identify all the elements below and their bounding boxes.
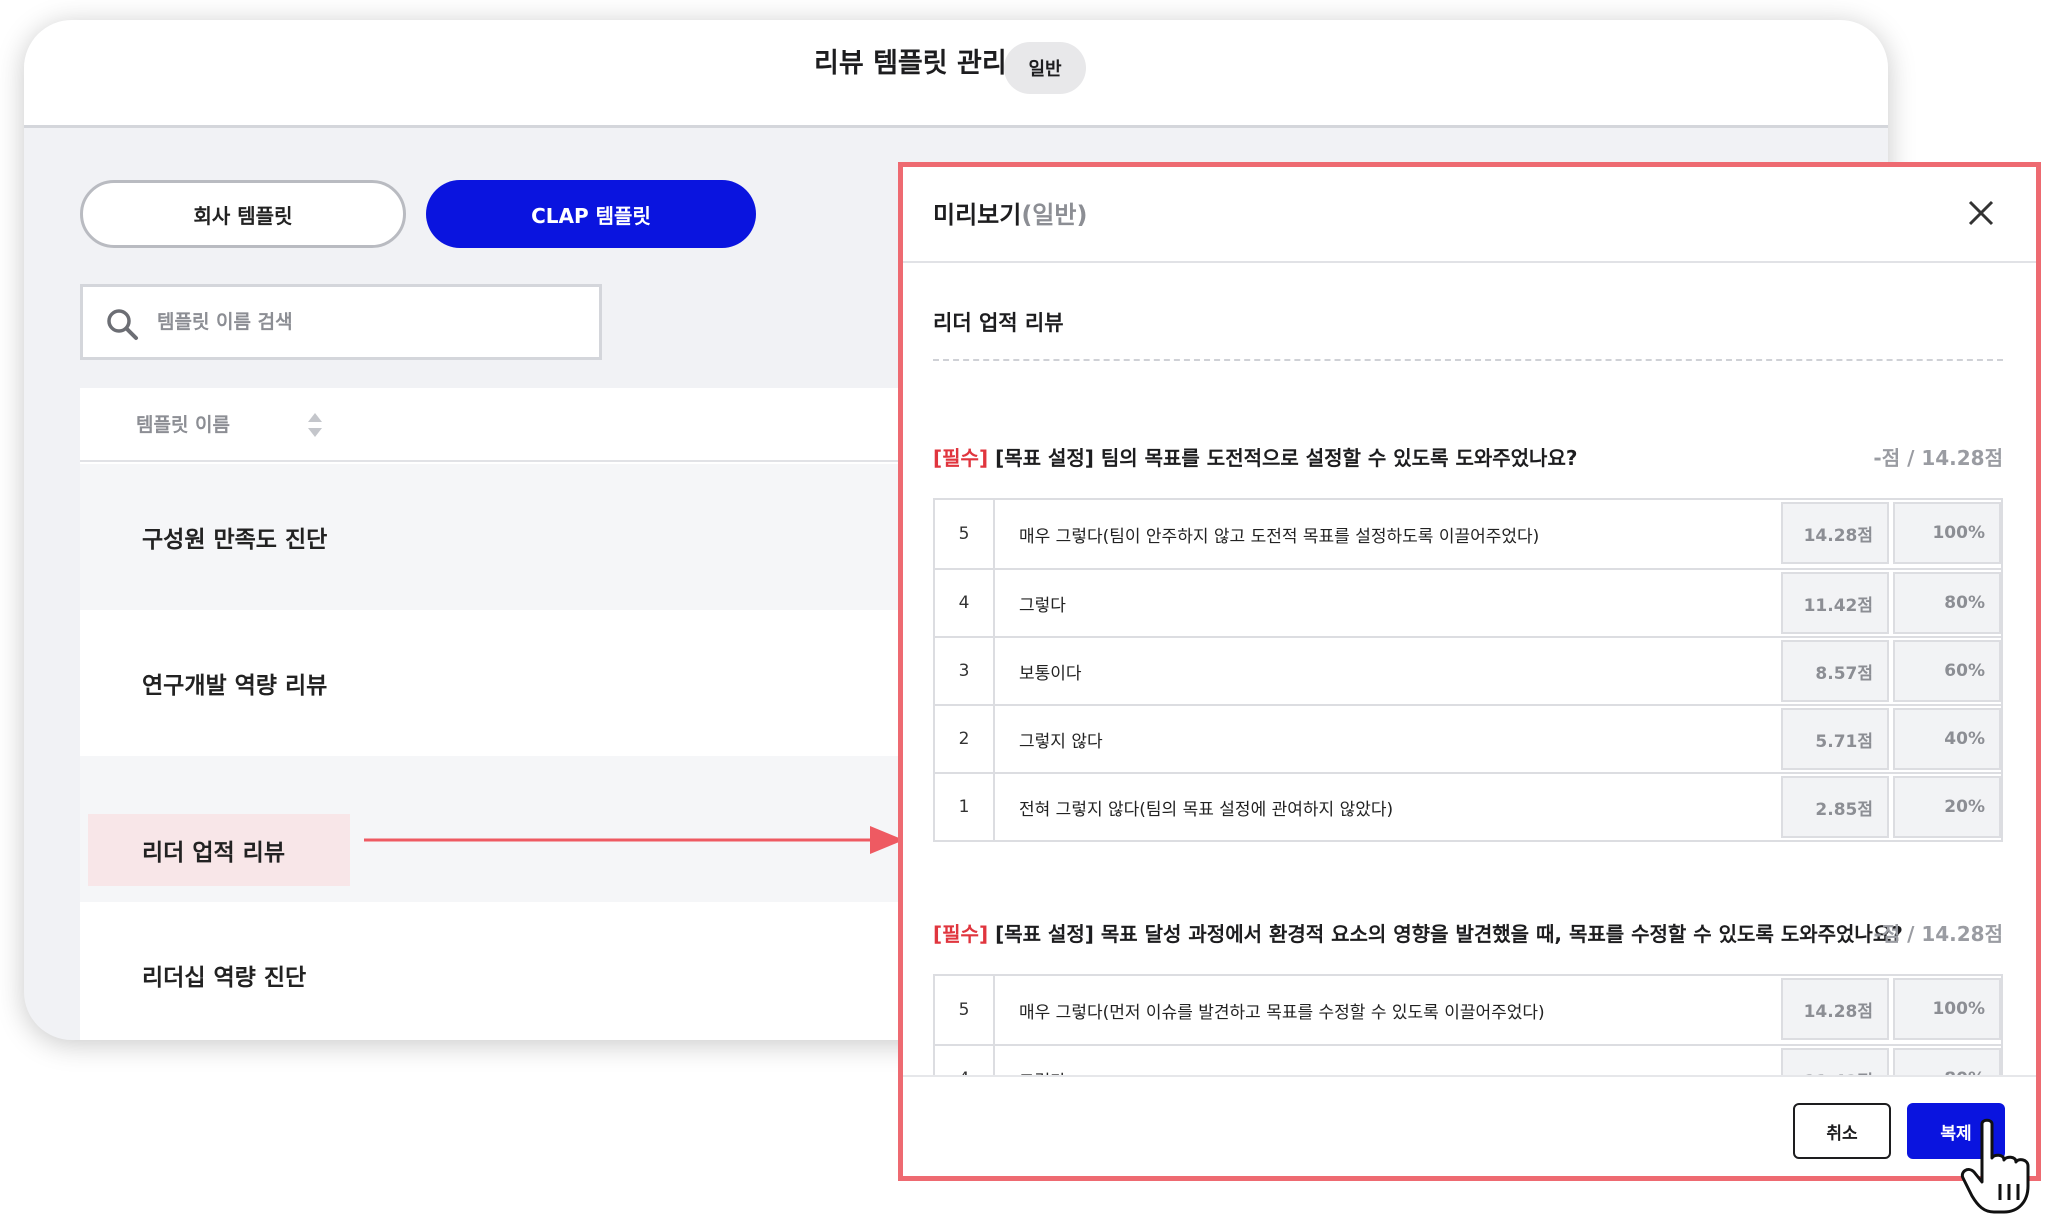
modal-title-text: 미리보기	[933, 201, 1022, 229]
modal-title-sub: (일반)	[1021, 201, 1088, 229]
answer-text: 그렇다	[995, 1046, 1781, 1076]
answer-number: 5	[935, 500, 995, 568]
selected-template-highlight[interactable]: 리더 업적 리뷰	[88, 814, 350, 886]
answer-points: 11.42점	[1781, 1048, 1889, 1075]
list-item[interactable]: 연구개발 역량 리뷰	[80, 610, 980, 756]
arrow-icon	[364, 826, 904, 854]
close-icon[interactable]	[1961, 193, 2001, 233]
answer-row[interactable]: 1 전혀 그렇지 않다(팀의 목표 설정에 관여하지 않았다) 2.85점 20…	[935, 772, 2001, 840]
answer-points: 11.42점	[1781, 572, 1889, 634]
type-badge: 일반	[1004, 42, 1086, 94]
list-item-label: 리더십 역량 진단	[142, 965, 307, 991]
divider	[933, 359, 2003, 361]
list-item[interactable]: 구성원 만족도 진단	[80, 464, 980, 610]
cancel-button[interactable]: 취소	[1793, 1103, 1891, 1159]
answer-row[interactable]: 2 그렇지 않다 5.71점 40%	[935, 704, 2001, 772]
answer-points: 5.71점	[1781, 708, 1889, 770]
answer-percent: 80%	[1893, 572, 2001, 634]
question-text: [필수] [목표 설정] 목표 달성 과정에서 환경적 요소의 영향을 발견했을…	[933, 918, 1903, 947]
question-score: -점 / 14.28점	[1873, 446, 2003, 470]
answer-text: 보통이다	[1019, 663, 1082, 684]
search-icon	[107, 309, 138, 340]
preview-modal: 미리보기(일반) 리더 업적 리뷰 [필수] [목표 설정] 팀의 목표를 도전…	[898, 162, 2041, 1181]
answer-table: 5 매우 그렇다(먼저 이슈를 발견하고 목표를 수정할 수 있도록 이끌어주었…	[933, 974, 2003, 1075]
answer-percent: 100%	[1893, 502, 2001, 564]
answer-number: 5	[935, 976, 995, 1044]
window-header: 리뷰 템플릿 관리 일반	[24, 20, 1888, 128]
answer-text: 매우 그렇다(팀이 안주하지 않고 도전적 목표를 설정하도록 이끌어주었다)	[1019, 526, 1540, 547]
list-item[interactable]: 리더십 역량 진단	[80, 902, 980, 1040]
modal-header: 미리보기(일반)	[903, 167, 2036, 263]
hand-cursor-icon	[1960, 1118, 2030, 1214]
answer-row[interactable]: 4 그렇다 11.42점 80%	[935, 568, 2001, 636]
question-label: [목표 설정] 목표 달성 과정에서 환경적 요소의 영향을 발견했을 때, 목…	[995, 922, 1903, 946]
answer-number: 3	[935, 638, 995, 704]
required-badge: [필수]	[933, 922, 989, 946]
answer-text: 그렇다	[1019, 595, 1066, 616]
answer-text: 그렇지 않다	[1019, 731, 1103, 752]
list-header: 템플릿 이름	[80, 388, 980, 462]
answer-number: 4	[935, 1046, 995, 1075]
answer-text: 전혀 그렇지 않다(팀의 목표 설정에 관여하지 않았다)	[1019, 799, 1394, 820]
list-item-label: 구성원 만족도 진단	[142, 527, 328, 553]
template-list: 템플릿 이름 구성원 만족도 진단 연구개발 역량 리뷰 리더십 역량 진단	[80, 388, 980, 1040]
search-box	[80, 284, 602, 360]
list-item-label: 연구개발 역량 리뷰	[142, 673, 328, 699]
answer-percent: 20%	[1893, 776, 2001, 838]
tab-clap-templates[interactable]: CLAP 템플릿	[426, 180, 756, 248]
answer-text: 매우 그렇다(먼저 이슈를 발견하고 목표를 수정할 수 있도록 이끌어주었다)	[1019, 1002, 1545, 1023]
tab-company-templates[interactable]: 회사 템플릿	[80, 180, 406, 248]
sort-icon[interactable]	[306, 410, 324, 440]
answer-row[interactable]: 5 매우 그렇다(먼저 이슈를 발견하고 목표를 수정할 수 있도록 이끌어주었…	[935, 976, 2001, 1044]
answer-number: 2	[935, 706, 995, 772]
answer-percent: 80%	[1893, 1048, 2001, 1075]
column-header-name: 템플릿 이름	[136, 414, 231, 436]
answer-number: 1	[935, 774, 995, 840]
list-item-label: 리더 업적 리뷰	[142, 840, 285, 866]
modal-footer: 취소 복제	[903, 1075, 2036, 1176]
answer-row[interactable]: 5 매우 그렇다(팀이 안주하지 않고 도전적 목표를 설정하도록 이끌어주었다…	[935, 500, 2001, 568]
answer-percent: 40%	[1893, 708, 2001, 770]
answer-row[interactable]: 4 그렇다 11.42점 80%	[935, 1044, 2001, 1075]
page-title: 리뷰 템플릿 관리	[814, 48, 1007, 79]
answer-percent: 60%	[1893, 640, 2001, 702]
answer-points: 14.28점	[1781, 502, 1889, 564]
answer-points: 2.85점	[1781, 776, 1889, 838]
question-label: [목표 설정] 팀의 목표를 도전적으로 설정할 수 있도록 도와주었나요?	[995, 446, 1578, 470]
answer-number: 4	[935, 570, 995, 636]
modal-title: 미리보기(일반)	[933, 195, 1087, 230]
search-input[interactable]	[157, 295, 577, 349]
question-text: [필수] [목표 설정] 팀의 목표를 도전적으로 설정할 수 있도록 도와주었…	[933, 442, 1577, 471]
answer-points: 8.57점	[1781, 640, 1889, 702]
modal-body[interactable]: 리더 업적 리뷰 [필수] [목표 설정] 팀의 목표를 도전적으로 설정할 수…	[903, 265, 2036, 1075]
question-score: -점 / 14.28점	[1873, 922, 2003, 946]
answer-percent: 100%	[1893, 978, 2001, 1040]
answer-row[interactable]: 3 보통이다 8.57점 60%	[935, 636, 2001, 704]
answer-table: 5 매우 그렇다(팀이 안주하지 않고 도전적 목표를 설정하도록 이끌어주었다…	[933, 498, 2003, 842]
template-name: 리더 업적 리뷰	[933, 311, 1064, 335]
answer-points: 14.28점	[1781, 978, 1889, 1040]
required-badge: [필수]	[933, 446, 989, 470]
